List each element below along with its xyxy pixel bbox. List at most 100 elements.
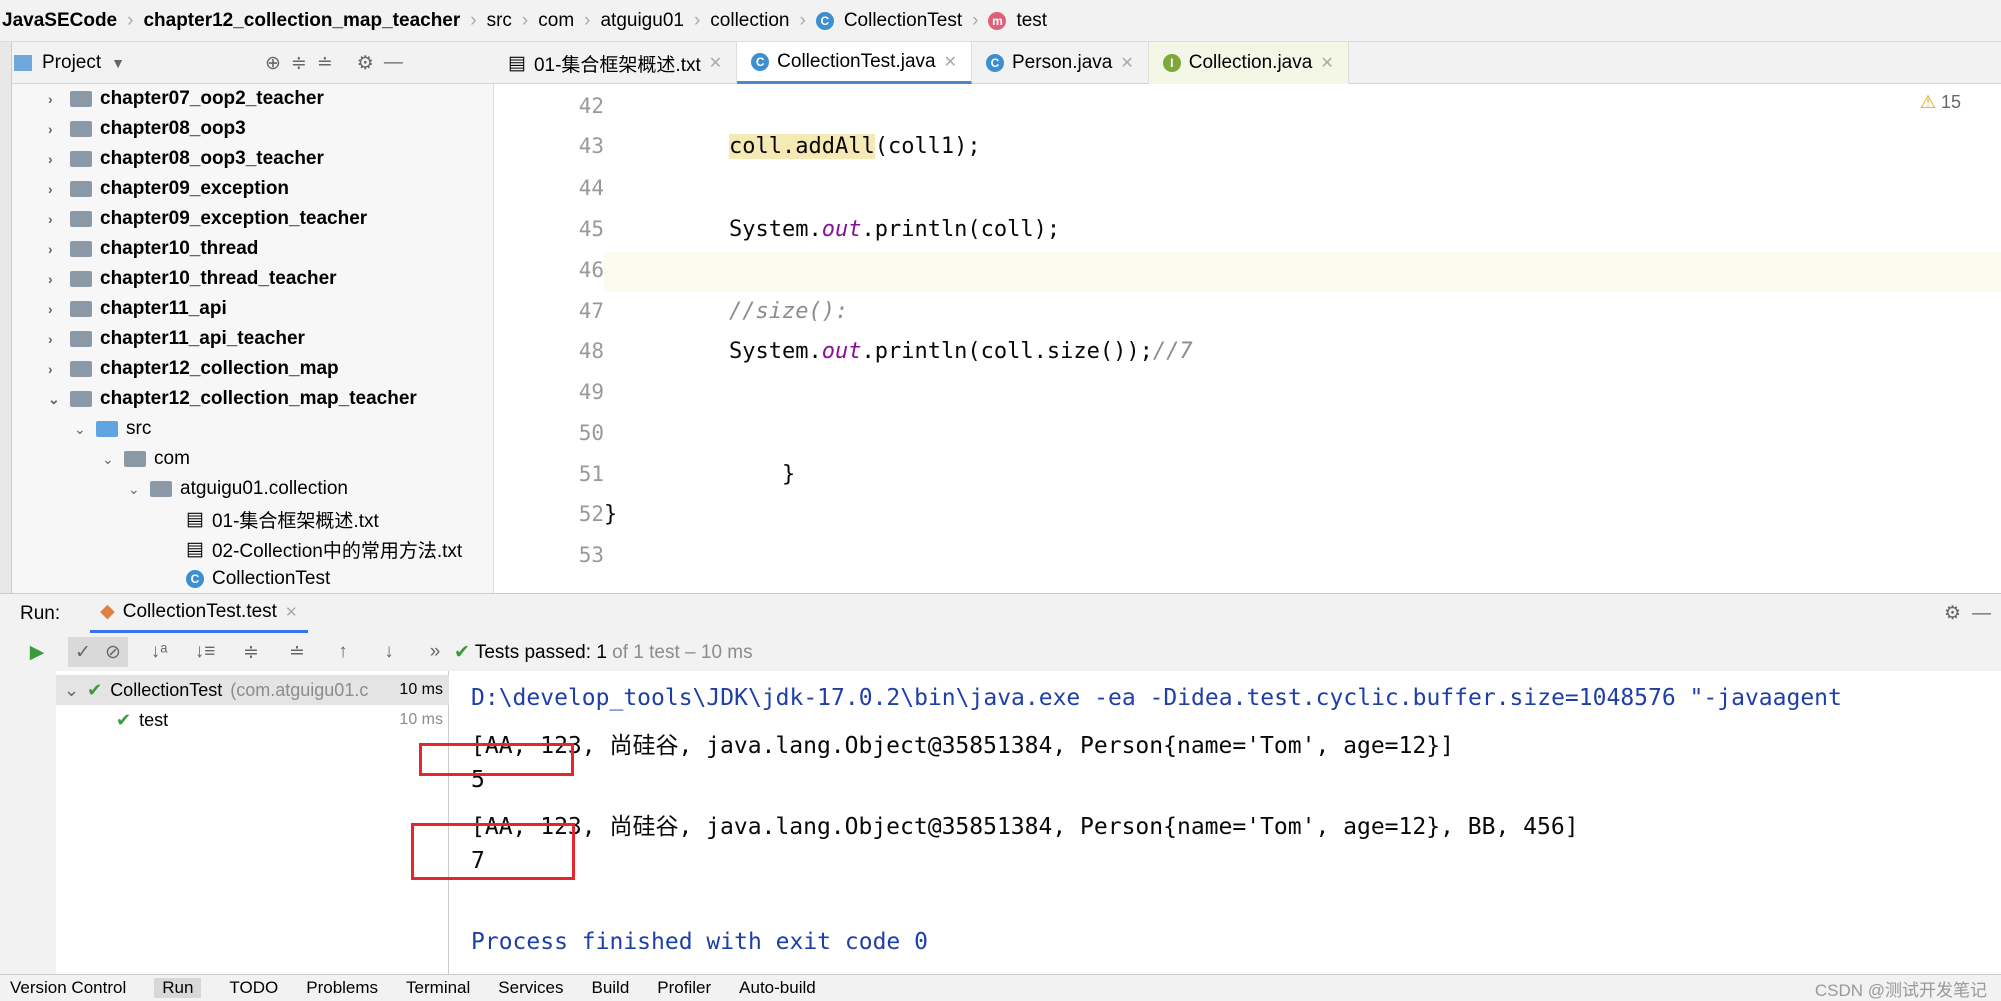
code-editor[interactable]: ⚠ 15 42 43 44 45 46 47 48 49 50 51 52 53…	[494, 84, 2001, 593]
class-icon: C	[986, 54, 1004, 72]
code-line: coll.addAll(coll1);	[729, 134, 981, 159]
minimize-icon[interactable]: —	[1972, 603, 1991, 625]
console-output[interactable]: D:\develop_tools\JDK\jdk-17.0.2\bin\java…	[449, 671, 1979, 974]
current-line-highlight	[604, 252, 2001, 292]
locate-icon[interactable]: ⊕	[265, 52, 281, 75]
project-icon	[14, 55, 32, 71]
tool-version-control[interactable]: Version Control	[10, 978, 126, 998]
tab-person[interactable]: C Person.java ✕	[972, 42, 1149, 84]
tree-item[interactable]: ⌄ chapter12_collection_map_teacher	[48, 384, 417, 414]
tree-item[interactable]: › chapter11_api	[48, 294, 227, 324]
tab-label: Collection.java	[1188, 52, 1313, 73]
tree-item[interactable]: › chapter08_oop3	[48, 114, 246, 144]
crumb-class[interactable]: CollectionTest	[844, 10, 962, 32]
close-icon[interactable]: ✕	[709, 53, 722, 73]
tree-item[interactable]: › chapter10_thread_teacher	[48, 264, 337, 294]
close-icon[interactable]: ✕	[1120, 53, 1133, 73]
run-label: Run:	[20, 602, 61, 624]
tree-item[interactable]: ▤ 02-Collection中的常用方法.txt	[186, 534, 462, 564]
tool-auto-build[interactable]: Auto-build	[739, 978, 816, 998]
tab-collection[interactable]: I Collection.java ✕	[1148, 42, 1349, 84]
annotation-box	[419, 743, 574, 776]
test-suite-row[interactable]: ⌄ ✔ CollectionTest (com.atguigu01.c 10 ms	[56, 675, 449, 705]
next-failed-icon[interactable]: ↓	[374, 637, 404, 667]
tree-item[interactable]: › chapter09_exception	[48, 174, 289, 204]
project-dropdown[interactable]: Project	[42, 52, 101, 74]
tree-item[interactable]: C CollectionTest	[186, 564, 330, 593]
console-line: [AA, 123, 尚硅谷, java.lang.Object@35851384…	[471, 814, 1579, 840]
crumb-method[interactable]: test	[1016, 10, 1047, 32]
tree-item[interactable]: › chapter07_oop2_teacher	[48, 84, 324, 114]
run-panel-header: Run: ◆ CollectionTest.test ✕ ⚙ —	[0, 593, 2001, 634]
test-case-row[interactable]: ✔ test 10 ms	[56, 705, 449, 735]
show-ignored-icon[interactable]: ⊘	[98, 637, 128, 667]
close-icon[interactable]: ✕	[285, 603, 298, 621]
expand-all-icon[interactable]: ≑	[236, 637, 266, 667]
tool-problems[interactable]: Problems	[306, 978, 378, 998]
breadcrumb: JavaSECode › chapter12_collection_map_tea…	[0, 0, 2001, 42]
watermark: CSDN @测试开发笔记	[1814, 981, 1987, 1000]
crumb-com[interactable]: com	[538, 10, 574, 32]
tool-services[interactable]: Services	[498, 978, 563, 998]
gear-icon[interactable]: ⚙	[1944, 602, 1961, 625]
sort-duration-icon[interactable]: ↓≡	[190, 637, 220, 667]
project-panel-header: Project ▼ ⊕ ≑ ≐ ⚙ —	[14, 42, 494, 84]
warnings-indicator[interactable]: ⚠ 15	[1920, 92, 1961, 113]
collapse-all-icon[interactable]: ≐	[282, 637, 312, 667]
text-file-icon: ▤	[508, 52, 526, 74]
project-tree: › chapter07_oop2_teacher › chapter08_oop3 …	[12, 84, 494, 593]
chevron-down-icon[interactable]: ▼	[111, 55, 125, 71]
code-line: }	[604, 502, 618, 527]
code-line: }	[729, 462, 796, 487]
console-line: D:\develop_tools\JDK\jdk-17.0.2\bin\java…	[471, 685, 1842, 711]
minimize-icon[interactable]: —	[384, 52, 403, 74]
collapse-all-icon[interactable]: ≐	[317, 52, 333, 75]
tool-window-bar: Version Control Run TODO Problems Termin…	[0, 974, 2001, 1001]
tree-item[interactable]: ⌄ src	[74, 414, 151, 444]
tree-item[interactable]: › chapter09_exception_teacher	[48, 204, 367, 234]
close-icon[interactable]: ✕	[944, 52, 957, 72]
class-icon: C	[186, 570, 204, 588]
tree-item[interactable]: ⌄ atguigu01.collection	[128, 474, 348, 504]
tree-item[interactable]: › chapter10_thread	[48, 234, 258, 264]
tab-overview-txt[interactable]: ▤ 01-集合框架概述.txt ✕	[494, 42, 738, 84]
tree-item[interactable]: ▤ 01-集合框架概述.txt	[186, 504, 379, 534]
tree-item[interactable]: ⌄ com	[102, 444, 190, 474]
crumb-module[interactable]: chapter12_collection_map_teacher	[143, 10, 460, 32]
tree-item[interactable]: › chapter08_oop3_teacher	[48, 144, 324, 174]
sort-alpha-icon[interactable]: ↓ᵃ	[144, 637, 174, 667]
show-passed-icon[interactable]: ✓	[68, 637, 98, 667]
warning-icon: ⚠	[1919, 92, 1936, 112]
crumb-atguigu01[interactable]: atguigu01	[600, 10, 683, 32]
test-run-icon: ◆	[100, 601, 115, 622]
prev-failed-icon[interactable]: ↑	[328, 637, 358, 667]
gear-icon[interactable]: ⚙	[357, 52, 374, 75]
tool-todo[interactable]: TODO	[229, 978, 278, 998]
tab-collectiontest[interactable]: C CollectionTest.java ✕	[737, 42, 972, 84]
class-icon: C	[751, 52, 770, 71]
toolbar-row: Project ▼ ⊕ ≑ ≐ ⚙ — ▤ 01-集合框架概述.txt ✕ C Col…	[0, 42, 2001, 84]
tab-label: 01-集合框架概述.txt	[533, 54, 701, 76]
rerun-icon[interactable]: ▶	[22, 637, 52, 667]
code-line: System.out.println(coll);	[729, 217, 1061, 242]
console-line: Process finished with exit code 0	[471, 929, 928, 955]
tool-run[interactable]: Run	[154, 978, 202, 998]
crumb-src[interactable]: src	[487, 10, 512, 32]
expand-all-icon[interactable]: ≑	[291, 52, 307, 75]
console-line: [AA, 123, 尚硅谷, java.lang.Object@35851384…	[471, 733, 1454, 759]
tree-item[interactable]: › chapter11_api_teacher	[48, 324, 305, 354]
editor-tabs: ▤ 01-集合框架概述.txt ✕ C CollectionTest.java ✕ CP…	[494, 42, 1349, 84]
run-tab[interactable]: ◆ CollectionTest.test ✕	[90, 594, 308, 634]
crumb-project[interactable]: JavaSECode	[2, 10, 117, 32]
code-line: System.out.println(coll.size());//7	[729, 339, 1193, 364]
tool-profiler[interactable]: Profiler	[657, 978, 711, 998]
method-icon: m	[988, 11, 1007, 30]
tool-terminal[interactable]: Terminal	[406, 978, 470, 998]
tab-label: CollectionTest.java	[777, 50, 936, 72]
more-icon[interactable]: »	[420, 637, 450, 667]
close-icon[interactable]: ✕	[1320, 53, 1333, 73]
text-file-icon: ▤	[186, 538, 204, 560]
tool-build[interactable]: Build	[591, 978, 629, 998]
crumb-collection[interactable]: collection	[710, 10, 789, 32]
tree-item[interactable]: › chapter12_collection_map	[48, 354, 339, 384]
